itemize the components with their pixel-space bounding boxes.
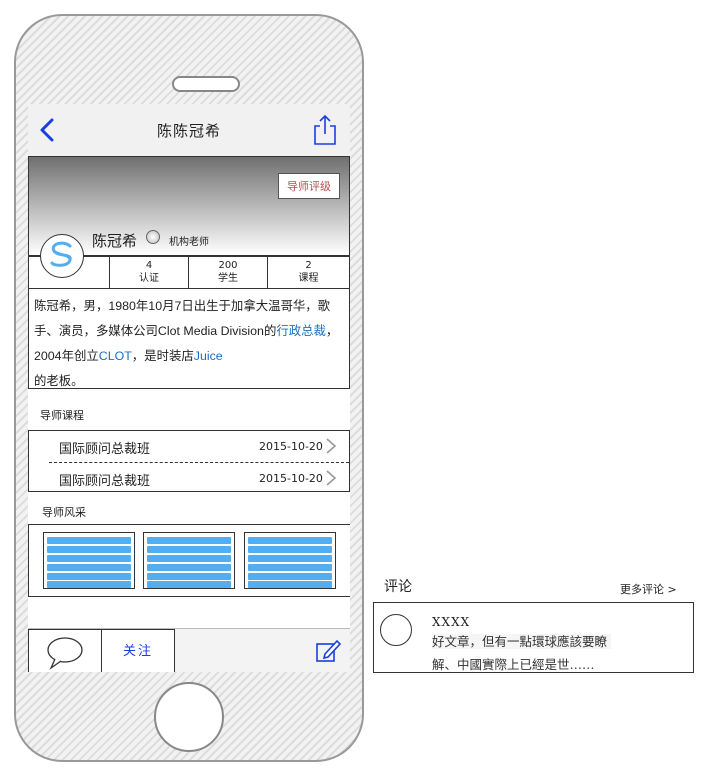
- gallery-section-title: 导师风采: [42, 506, 86, 519]
- stat-value: 4: [145, 260, 153, 271]
- bio-link-clot[interactable]: CLOT: [99, 349, 132, 363]
- comment-card: XXXX 好文章，但有一點環球應該要瞭 解、中國實際上已經是世……: [373, 602, 694, 673]
- edit-icon[interactable]: [314, 637, 342, 665]
- stat-students[interactable]: 200 学生: [188, 257, 267, 288]
- comment-button[interactable]: [28, 629, 102, 672]
- stat-value: 2: [305, 260, 312, 271]
- user-name: 陈冠希: [92, 232, 138, 250]
- avatar[interactable]: [40, 234, 84, 278]
- comment-body: 好文章，但有一點環球應該要瞭 解、中國實際上已經是世……: [432, 630, 642, 676]
- stat-certification[interactable]: 4 认证: [109, 257, 188, 288]
- follow-button[interactable]: 关注: [101, 629, 175, 672]
- course-name: 国际顾问总裁班: [59, 474, 151, 489]
- mentor-rating-button[interactable]: 导师评级: [278, 173, 340, 199]
- gallery-photo[interactable]: [244, 532, 336, 589]
- chevron-right-icon: [326, 470, 337, 486]
- comments-title: 评论: [384, 579, 412, 595]
- photo-gallery: [28, 524, 350, 597]
- more-comments-link[interactable]: 更多评论 >: [620, 581, 677, 597]
- app-screen: 陈陈冠希 导师评级 4 认证 200 学生 2 课程 陈冠希 机构老师 陈冠希，…: [28, 104, 350, 672]
- stat-label: 认证: [139, 273, 159, 284]
- stat-courses[interactable]: 2 课程: [267, 257, 349, 288]
- bio-text: 陈冠希，男，1980年10月7日出生于加拿大温哥华，歌手、演员，多媒体公司Clo…: [28, 289, 350, 389]
- gallery-photo[interactable]: [143, 532, 235, 589]
- stat-value: 200: [218, 260, 238, 271]
- course-date: 2015-10-20: [259, 440, 323, 453]
- home-button[interactable]: [154, 682, 224, 752]
- phone-speaker: [172, 76, 240, 92]
- stat-label: 学生: [218, 273, 238, 284]
- page-title: 陈陈冠希: [156, 122, 221, 140]
- stat-label: 课程: [298, 273, 319, 284]
- avatar-logo-icon: [50, 241, 72, 267]
- commenter-name: XXXX: [432, 615, 471, 629]
- commenter-avatar[interactable]: [380, 614, 412, 646]
- bottom-toolbar: 关注: [28, 628, 350, 672]
- course-row[interactable]: 国际顾问总裁班 2015-10-20: [29, 463, 349, 493]
- status-radio-icon: [146, 230, 160, 244]
- courses-section-title: 导师课程: [40, 409, 84, 422]
- gallery-photo[interactable]: [43, 532, 135, 589]
- user-role: 机构老师: [169, 237, 209, 248]
- course-list: 国际顾问总裁班 2015-10-20 国际顾问总裁班 2015-10-20: [28, 430, 350, 492]
- course-row[interactable]: 国际顾问总裁班 2015-10-20: [29, 431, 349, 461]
- chevron-right-icon: [326, 438, 337, 454]
- bio-link-juice[interactable]: Juice: [194, 349, 223, 363]
- speech-bubble-icon: [47, 637, 83, 670]
- share-icon[interactable]: [310, 114, 340, 146]
- course-date: 2015-10-20: [259, 472, 323, 485]
- nav-bar: 陈陈冠希: [28, 104, 350, 156]
- course-name: 国际顾问总裁班: [59, 442, 151, 457]
- bio-link-ceo[interactable]: 行政总裁: [276, 324, 326, 338]
